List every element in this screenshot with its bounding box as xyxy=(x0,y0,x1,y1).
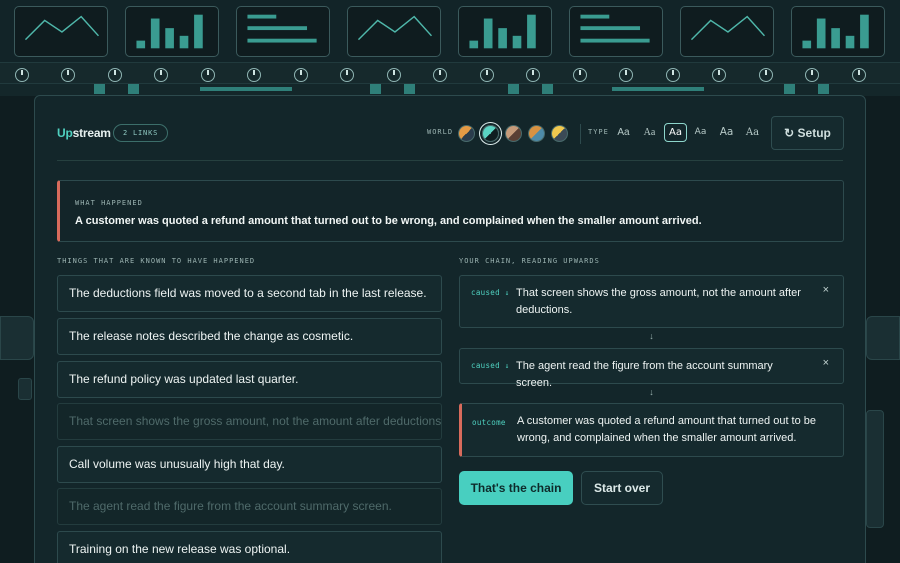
sequencer-step xyxy=(784,84,795,94)
header-divider xyxy=(580,124,581,144)
font-option-dejavu-sans-wide[interactable]: Aa xyxy=(715,123,738,142)
sequencer-step xyxy=(508,84,519,94)
knob-icon xyxy=(573,68,587,82)
chain-link-tag: caused ↓ xyxy=(471,288,510,297)
setup-button[interactable]: ↻ Setup xyxy=(771,116,844,150)
fact-item[interactable]: Training on the new release was optional… xyxy=(57,531,442,563)
chain-link-tag: caused ↓ xyxy=(471,361,510,370)
what-happened-label: WHAT HAPPENED xyxy=(75,199,143,207)
knob-icon xyxy=(805,68,819,82)
world-label: WORLD xyxy=(427,128,454,136)
sequencer-step xyxy=(94,84,105,94)
brand-prefix: Up xyxy=(57,126,73,140)
knob-icon xyxy=(201,68,215,82)
sequencer-step xyxy=(818,84,829,94)
chain-outcome-card: outcome A customer was quoted a refund a… xyxy=(459,403,844,457)
background-knob-strip xyxy=(0,62,900,84)
background-side-control xyxy=(18,378,32,400)
sequencer-step xyxy=(542,84,553,94)
knob-icon xyxy=(15,68,29,82)
font-option-liberation-serif[interactable]: Aa xyxy=(638,123,661,142)
knob-icon xyxy=(852,68,866,82)
sequencer-step xyxy=(128,84,139,94)
facts-heading: THINGS THAT ARE KNOWN TO HAVE HAPPENED xyxy=(57,257,256,265)
knob-icon xyxy=(433,68,447,82)
world-swatch-gold-slate[interactable] xyxy=(551,125,568,142)
font-option-liberation-sans[interactable]: Aa xyxy=(612,123,635,142)
fact-item[interactable]: The agent read the figure from the accou… xyxy=(57,488,442,525)
background-side-panel xyxy=(0,316,34,360)
outcome-text: A customer was quoted a refund amount th… xyxy=(517,415,817,444)
knob-icon xyxy=(294,68,308,82)
knob-icon xyxy=(387,68,401,82)
knob-icon xyxy=(480,68,494,82)
fact-item[interactable]: That screen shows the gross amount, not … xyxy=(57,403,442,440)
links-count-badge: 2 LINKS xyxy=(113,124,169,142)
sequencer-step xyxy=(200,87,292,91)
world-swatch-tan-brown[interactable] xyxy=(505,125,522,142)
sequencer-step xyxy=(370,84,381,94)
brand-logo: Upstream xyxy=(57,126,111,140)
world-swatch-teal-dark[interactable] xyxy=(482,125,499,142)
knob-icon xyxy=(759,68,773,82)
chain-link-card: caused ↓ The agent read the figure from … xyxy=(459,348,844,389)
world-swatch-orange-navy[interactable] xyxy=(458,125,475,142)
knob-icon xyxy=(108,68,122,82)
panel-header: Upstream 2 LINKS WORLD TYPE Aa Aa Aa Aa … xyxy=(57,116,844,152)
fact-item[interactable]: The deductions field was moved to a seco… xyxy=(57,275,442,312)
upstream-panel: Upstream 2 LINKS WORLD TYPE Aa Aa Aa Aa … xyxy=(34,95,866,563)
knob-icon xyxy=(154,68,168,82)
background-side-panel xyxy=(866,316,900,360)
bar-chart-thumbnail xyxy=(125,6,219,57)
knob-icon xyxy=(712,68,726,82)
chain-link-card: caused ↓ That screen shows the gross amo… xyxy=(459,275,844,328)
chain-link-text: That screen shows the gross amount, not … xyxy=(516,287,801,316)
font-option-dejavu-serif[interactable]: Aa xyxy=(741,123,764,142)
knob-icon xyxy=(619,68,633,82)
background-thumbnail-strip xyxy=(0,0,900,62)
sequencer-step xyxy=(612,87,704,91)
remove-link-icon[interactable]: × xyxy=(823,357,829,369)
font-option-dejavu-sans[interactable]: Aa xyxy=(664,123,687,142)
bar-chart-thumbnail xyxy=(458,6,552,57)
knob-icon xyxy=(247,68,261,82)
knob-icon xyxy=(666,68,680,82)
line-chart-thumbnail xyxy=(14,6,108,57)
background-side-control xyxy=(866,410,884,528)
type-label: TYPE xyxy=(588,128,609,136)
text-lines-thumbnail xyxy=(236,6,330,57)
bar-chart-thumbnail xyxy=(791,6,885,57)
font-option-dejavu-sans-small[interactable]: Aa xyxy=(689,123,712,142)
chain-arrow-icon: ↓ xyxy=(649,387,654,397)
outcome-tag: outcome xyxy=(472,418,506,427)
text-lines-thumbnail xyxy=(569,6,663,57)
brand-suffix: stream xyxy=(72,126,111,140)
sequencer-step xyxy=(404,84,415,94)
start-over-button[interactable]: Start over xyxy=(581,471,663,505)
knob-icon xyxy=(61,68,75,82)
world-swatch-orange-blue[interactable] xyxy=(528,125,545,142)
knob-icon xyxy=(526,68,540,82)
fact-item[interactable]: The refund policy was updated last quart… xyxy=(57,361,442,398)
line-chart-thumbnail xyxy=(680,6,774,57)
what-happened-card: WHAT HAPPENED A customer was quoted a re… xyxy=(57,180,844,242)
remove-link-icon[interactable]: × xyxy=(823,284,829,296)
line-chart-thumbnail xyxy=(347,6,441,57)
chain-heading: YOUR CHAIN, READING UPWARDS xyxy=(459,257,600,265)
header-rule xyxy=(57,160,843,161)
fact-item[interactable]: Call volume was unusually high that day. xyxy=(57,446,442,483)
what-happened-text: A customer was quoted a refund amount th… xyxy=(75,215,702,227)
confirm-chain-button[interactable]: That's the chain xyxy=(459,471,573,505)
fact-item[interactable]: The release notes described the change a… xyxy=(57,318,442,355)
knob-icon xyxy=(340,68,354,82)
chain-arrow-icon: ↓ xyxy=(649,331,654,341)
